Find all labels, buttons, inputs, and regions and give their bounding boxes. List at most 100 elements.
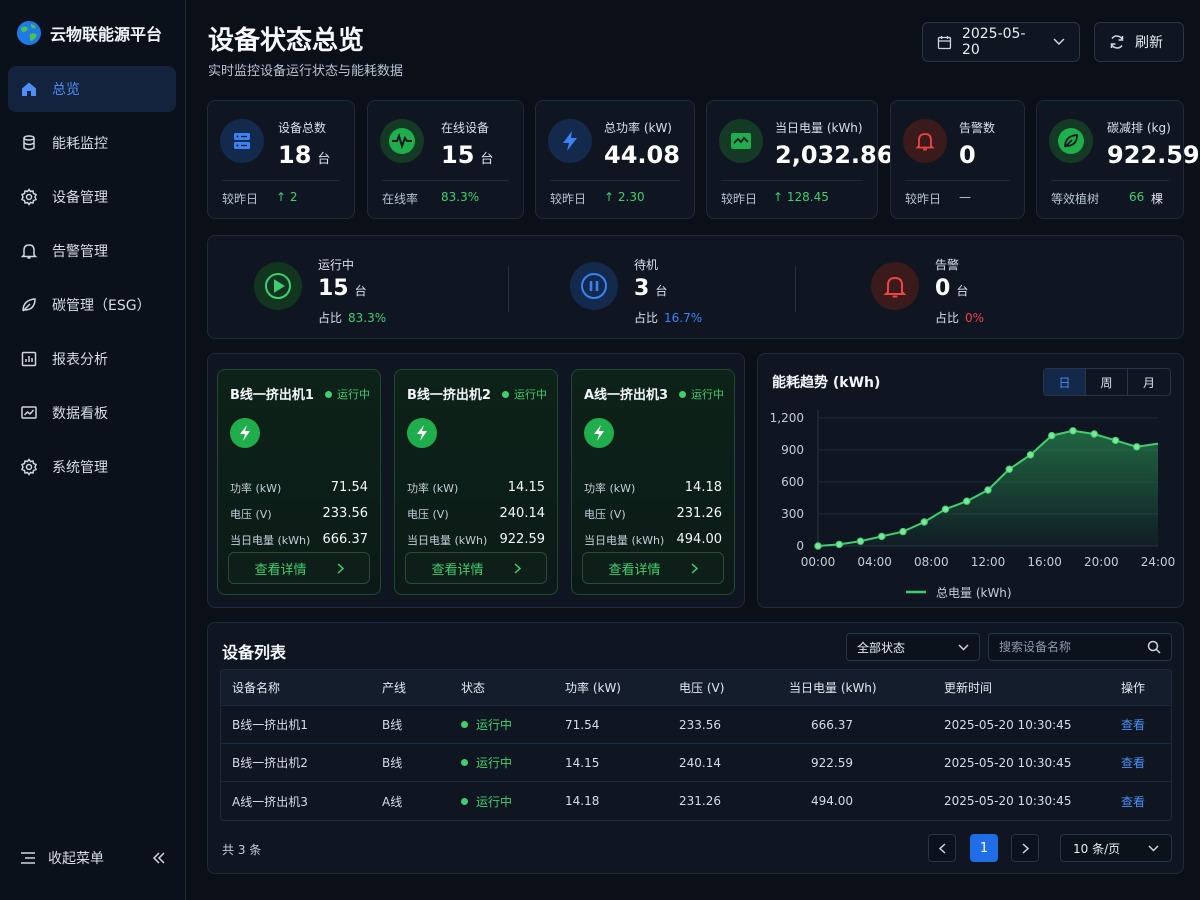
cell-voltage: 240.14 [679,755,721,770]
view-details-button[interactable]: 查看详情 [405,552,547,584]
sidebar-item-label: 总览 [52,82,80,98]
sidebar-item-device-management[interactable]: 设备管理 [8,174,176,220]
sidebar-item-label: 能耗监控 [52,136,108,152]
menu-collapse-icon [21,852,35,864]
sidebar-nav: 总览 能耗监控 设备管理 告警管理 碳管理（ESG） 报表分析 数据看板 系统管… [8,66,176,498]
kpi-card-online-devices: 在线设备 15 台 在线率 83.3% [367,100,524,219]
kpi-value: 2,032.86 [775,141,894,169]
kpi-label: 碳减排 (kg) [1107,121,1171,135]
column-header: 产线 [382,681,407,695]
search-input[interactable] [999,640,1139,654]
kpi-foot-label: 较昨日 [550,192,587,206]
data-point [814,542,822,550]
chevron-left-icon [938,842,946,854]
view-details-button[interactable]: 查看详情 [228,552,370,584]
settings-icon [21,458,37,476]
prev-page-button[interactable] [928,834,956,862]
sidebar-item-report-analysis[interactable]: 报表分析 [8,336,176,382]
page-button[interactable]: 1 [970,834,998,862]
device-status: 运行中 [325,386,370,402]
y-tick-label: 300 [781,507,804,521]
status-label: 待机 [634,258,659,272]
sidebar-item-label: 数据看板 [52,406,108,422]
status-ratio: 占比 16.7% [634,311,703,325]
kpi-foot-label: 较昨日 [905,192,942,206]
refresh-icon [1110,35,1124,49]
kpi-foot-label: 较昨日 [222,192,259,206]
dashboard-icon [21,406,37,419]
sidebar-item-data-dashboard[interactable]: 数据看板 [8,390,176,436]
device-table: 设备名称 产线 状态 功率 (kW) 电压 (V) 当日电量 (kWh) 更新时… [220,669,1172,821]
app-logo[interactable]: 云物联能源平台 [16,20,162,46]
device-cards-panel: B线一挤出机1 运行中 功率 (kW) 71.54 电压 (V) 233.56 当日… [207,353,745,608]
cell-name: B线一挤出机1 [232,718,308,732]
bolt-icon [548,119,592,163]
data-point [1111,436,1120,445]
cell-status: 运行中 [461,793,512,810]
device-power: 功率 (kW) 14.15 [407,480,545,495]
cell-updated: 2025-05-20 10:30:45 [944,755,1072,770]
kpi-card-alarms: 告警数 0 较昨日 — [890,100,1025,219]
device-power: 功率 (kW) 14.18 [584,480,722,495]
data-point [920,518,928,526]
table-title: 设备列表 [222,643,287,662]
data-point [899,527,907,536]
column-header: 电压 (V) [679,681,725,695]
device-energy: 当日电量 (kWh) 922.59 [407,532,545,547]
kpi-foot-unit: 棵 [1151,192,1164,206]
x-tick-label: 20:00 [1084,555,1119,569]
date-picker[interactable]: 2025-05-20 [922,22,1080,62]
sidebar-item-overview[interactable]: 总览 [8,66,176,112]
report-icon [21,351,37,367]
data-point [856,537,865,545]
search-icon[interactable] [1147,640,1161,654]
view-details-button[interactable]: 查看详情 [582,552,724,584]
collapse-menu-button[interactable]: 收起菜单 [20,848,166,868]
status-filter-select[interactable]: 全部状态 [846,633,980,661]
page-subtitle: 实时监控设备运行状态与能耗数据 [208,64,404,79]
calendar-icon [937,35,952,49]
refresh-button[interactable]: 刷新 [1094,22,1184,62]
column-header: 更新时间 [944,681,993,695]
chevron-right-icon [513,562,521,574]
cell-energy: 922.59 [811,755,853,770]
y-tick-label: 900 [781,443,804,457]
kpi-value: 0 [959,141,976,169]
double-chevron-left-icon [152,852,165,864]
data-point [1090,430,1098,438]
legend-label: 总电量 (kWh) [936,586,1012,600]
sidebar-item-label: 系统管理 [52,460,108,476]
kpi-foot-label: 在线率 [382,192,419,206]
next-page-button[interactable] [1011,834,1039,862]
x-tick-label: 24:00 [1141,555,1176,569]
sidebar-item-system-management[interactable]: 系统管理 [8,444,176,490]
x-tick-label: 12:00 [971,555,1006,569]
status-label: 运行中 [318,258,355,272]
kpi-card-total-devices: 设备总数 18 台 较昨日 ↑ 2 [207,100,355,219]
data-point [941,505,950,513]
alarm-bell-icon [903,119,947,163]
device-energy: 当日电量 (kWh) 494.00 [584,532,722,547]
data-point [1005,465,1013,473]
sidebar-item-label: 设备管理 [52,190,108,206]
sidebar-item-carbon-esg[interactable]: 碳管理（ESG） [8,282,176,328]
server-icon [220,119,264,163]
kpi-foot-value: 83.3% [441,190,480,204]
cell-power: 71.54 [565,717,600,732]
kpi-label: 告警数 [959,121,996,135]
app-name: 云物联能源平台 [50,25,163,44]
page-size-select[interactable]: 10 条/页 [1060,834,1172,862]
sidebar-item-label: 报表分析 [52,352,108,368]
cell-energy: 494.00 [811,794,853,808]
cell-updated: 2025-05-20 10:30:45 [944,794,1072,808]
view-link[interactable]: 查看 [1121,793,1145,810]
view-link[interactable]: 查看 [1121,716,1145,733]
alarm-bell-icon [871,262,919,310]
status-value: 3台 [634,276,668,301]
view-link[interactable]: 查看 [1121,754,1145,771]
sidebar-item-alarm-management[interactable]: 告警管理 [8,228,176,274]
sidebar-item-energy-monitor[interactable]: 能耗监控 [8,120,176,166]
status-value: 0台 [935,276,969,301]
cell-voltage: 231.26 [679,794,721,808]
data-point [984,486,992,494]
